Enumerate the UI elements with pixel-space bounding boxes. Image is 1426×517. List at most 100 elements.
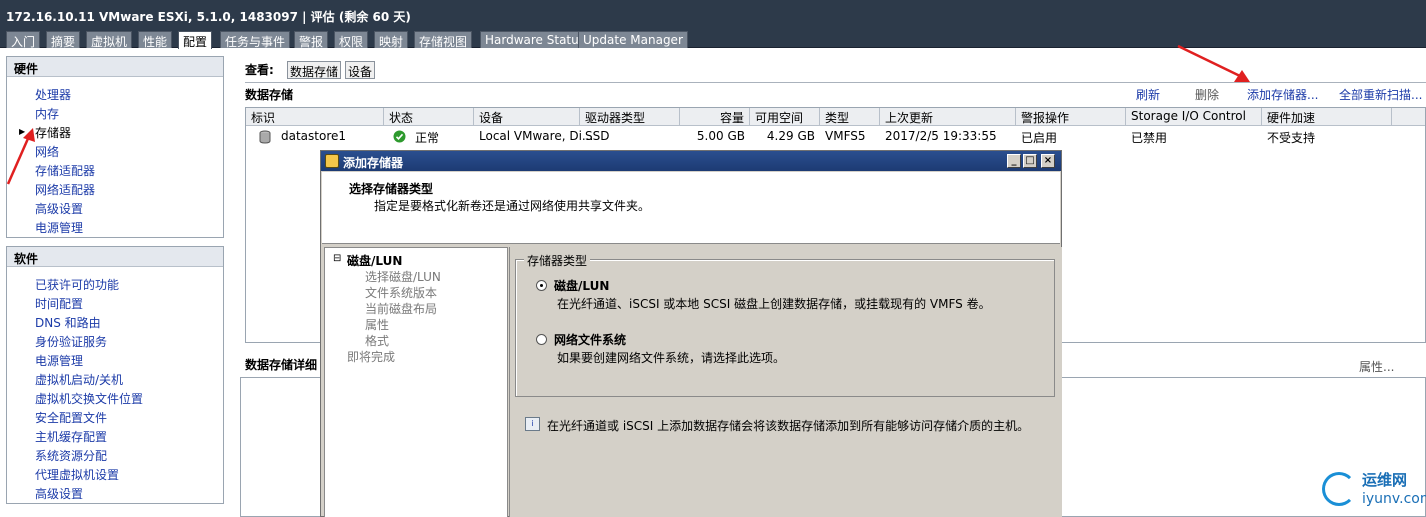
sw-item-power-management[interactable]: 电源管理 xyxy=(35,352,83,369)
sw-item-vm-startup-shutdown[interactable]: 虚拟机启动/关机 xyxy=(35,371,123,388)
option-disk-lun-title[interactable]: 磁盘/LUN xyxy=(554,277,609,294)
step-fs-version: 文件系统版本 xyxy=(365,286,438,300)
col-drive-type[interactable]: 驱动器类型 xyxy=(580,108,680,126)
info-text: 在光纤通道或 iSCSI 上添加数据存储会将该数据存储添加到所有能够访问存储介质… xyxy=(547,419,1030,433)
cell-sioc: 已禁用 xyxy=(1131,131,1168,145)
storage-type-group: 存储器类型 磁盘/LUN 在光纤通道、iSCSI 或本地 SCSI 磁盘上创建数… xyxy=(515,252,1055,397)
option-disk-lun-desc: 在光纤通道、iSCSI 或本地 SCSI 磁盘上创建数据存储，或挂载现有的 VM… xyxy=(557,297,991,311)
maximize-icon[interactable]: □ xyxy=(1023,154,1037,168)
sw-item-dns-routing[interactable]: DNS 和路由 xyxy=(35,314,101,331)
add-storage-link[interactable]: 添加存储器... xyxy=(1247,86,1318,103)
hw-item-networking[interactable]: 网络 xyxy=(35,143,59,160)
watermark-logo: 运维网 iyunv.com xyxy=(1322,466,1426,516)
cell-capacity: 5.00 GB xyxy=(696,129,745,143)
watermark-icon xyxy=(1322,472,1356,506)
cell-last-update: 2017/2/5 19:33:55 xyxy=(885,129,997,143)
step-ready: 即将完成 xyxy=(347,350,396,364)
col-last-update[interactable]: 上次更新 xyxy=(880,108,1016,126)
rescan-all-link[interactable]: 全部重新扫描... xyxy=(1339,86,1422,103)
tab-update-manager[interactable]: Update Manager xyxy=(578,31,688,48)
hw-item-processors[interactable]: 处理器 xyxy=(35,86,71,103)
hw-item-storage[interactable]: 存储器 xyxy=(35,124,71,141)
tree-collapse-icon[interactable]: ⊟ xyxy=(333,253,341,264)
radio-disk-lun[interactable] xyxy=(536,280,547,291)
window-title: 172.16.10.11 VMware ESXi, 5.1.0, 1483097… xyxy=(0,0,1426,30)
hardware-title: 硬件 xyxy=(7,57,223,77)
cell-alarm-actions: 已启用 xyxy=(1021,131,1058,145)
watermark-url: iyunv.com xyxy=(1362,491,1426,507)
dialog-title: 添加存储器 xyxy=(321,151,1061,171)
option-nfs-title[interactable]: 网络文件系统 xyxy=(554,331,626,348)
add-storage-dialog: 添加存储器 _ □ × 选择存储器类型 指定是要格式化新卷还是通过网络使用共享文… xyxy=(320,150,1062,517)
sw-item-system-resources[interactable]: 系统资源分配 xyxy=(35,447,107,464)
cell-free-space: 4.29 GB xyxy=(766,129,815,143)
hw-item-power-management[interactable]: 电源管理 xyxy=(35,219,83,236)
step-heading: 选择存储器类型 xyxy=(349,182,434,196)
info-icon: i xyxy=(525,417,540,431)
view-devices-button[interactable]: 设备 xyxy=(345,61,376,79)
col-hw-acceleration[interactable]: 硬件加速 xyxy=(1262,108,1392,126)
col-alarm-actions[interactable]: 警报操作 xyxy=(1016,108,1126,126)
step-disk-lun[interactable]: 磁盘/LUN xyxy=(347,252,402,269)
software-panel: 软件 已获许可的功能 时间配置 DNS 和路由 身份验证服务 电源管理 虚拟机启… xyxy=(6,246,224,504)
hw-item-network-adapters[interactable]: 网络适配器 xyxy=(35,181,95,198)
sw-item-advanced-settings[interactable]: 高级设置 xyxy=(35,485,83,502)
step-format: 格式 xyxy=(365,334,390,348)
sw-item-auth-services[interactable]: 身份验证服务 xyxy=(35,333,107,350)
col-storage-io-control[interactable]: Storage I/O Control xyxy=(1126,108,1262,126)
tab-summary[interactable]: 摘要 xyxy=(46,31,81,49)
wizard-content: 存储器类型 磁盘/LUN 在光纤通道、iSCSI 或本地 SCSI 磁盘上创建数… xyxy=(509,247,1062,517)
sw-item-licensed-features[interactable]: 已获许可的功能 xyxy=(35,276,119,293)
tab-vms[interactable]: 虚拟机 xyxy=(86,31,133,49)
tab-maps[interactable]: 映射 xyxy=(374,31,409,49)
view-label: 查看: xyxy=(245,63,274,77)
tab-configuration[interactable]: 配置 xyxy=(178,31,213,49)
dialog-header: 选择存储器类型 指定是要格式化新卷还是通过网络使用共享文件夹。 xyxy=(322,172,1060,244)
delete-link[interactable]: 删除 xyxy=(1195,86,1219,103)
status-ok-icon xyxy=(388,129,411,145)
col-filler xyxy=(1392,108,1425,126)
datastores-title: 数据存储 xyxy=(245,88,294,102)
vsphere-app-icon xyxy=(325,154,339,168)
close-icon[interactable]: × xyxy=(1041,154,1055,168)
tab-storage-views[interactable]: 存储视图 xyxy=(414,31,473,49)
minimize-icon[interactable]: _ xyxy=(1007,154,1021,168)
col-status[interactable]: 状态 xyxy=(384,108,474,126)
hw-item-storage-adapters[interactable]: 存储适配器 xyxy=(35,162,95,179)
properties-link[interactable]: 属性... xyxy=(1359,358,1394,375)
datastore-details-title: 数据存储详细 xyxy=(245,358,318,372)
tab-getting-started[interactable]: 入门 xyxy=(6,31,41,49)
option-nfs-desc: 如果要创建网络文件系统，请选择此选项。 xyxy=(557,351,786,365)
hw-item-memory[interactable]: 内存 xyxy=(35,105,59,122)
cell-hw-accel: 不受支持 xyxy=(1267,131,1316,145)
col-capacity[interactable]: 容量 xyxy=(680,108,750,126)
tab-hardware-status[interactable]: Hardware Status xyxy=(480,31,590,48)
software-title: 软件 xyxy=(7,247,223,267)
sw-item-agent-vm-settings[interactable]: 代理虚拟机设置 xyxy=(35,466,119,483)
col-identification[interactable]: 标识 xyxy=(246,108,384,126)
watermark-text: 运维网 xyxy=(1362,471,1408,489)
view-datastores-button[interactable]: 数据存储 xyxy=(287,61,342,79)
sw-item-security-profile[interactable]: 安全配置文件 xyxy=(35,409,107,426)
cell-drive-type: SSD xyxy=(585,129,610,143)
hw-item-advanced-settings[interactable]: 高级设置 xyxy=(35,200,83,217)
tab-permissions[interactable]: 权限 xyxy=(334,31,369,49)
cell-name: datastore1 xyxy=(281,129,347,143)
radio-nfs[interactable] xyxy=(536,334,547,345)
sw-item-host-cache[interactable]: 主机缓存配置 xyxy=(35,428,107,445)
storage-type-legend: 存储器类型 xyxy=(524,252,591,269)
tab-performance[interactable]: 性能 xyxy=(138,31,173,49)
refresh-link[interactable]: 刷新 xyxy=(1136,86,1160,103)
step-select-disk: 选择磁盘/LUN xyxy=(365,270,441,284)
tab-tasks-events[interactable]: 任务与事件 xyxy=(220,31,291,49)
step-properties: 属性 xyxy=(365,318,390,332)
datastore-icon xyxy=(254,129,276,145)
info-note: i 在光纤通道或 iSCSI 上添加数据存储会将该数据存储添加到所有能够访问存储… xyxy=(525,417,1029,434)
sw-item-time-config[interactable]: 时间配置 xyxy=(35,295,83,312)
col-free-space[interactable]: 可用空间 xyxy=(750,108,820,126)
col-device[interactable]: 设备 xyxy=(474,108,580,126)
sw-item-vm-swapfile-location[interactable]: 虚拟机交换文件位置 xyxy=(35,390,143,407)
step-disk-layout: 当前磁盘布局 xyxy=(365,302,438,316)
col-type[interactable]: 类型 xyxy=(820,108,880,126)
tab-alarms[interactable]: 警报 xyxy=(294,31,329,49)
